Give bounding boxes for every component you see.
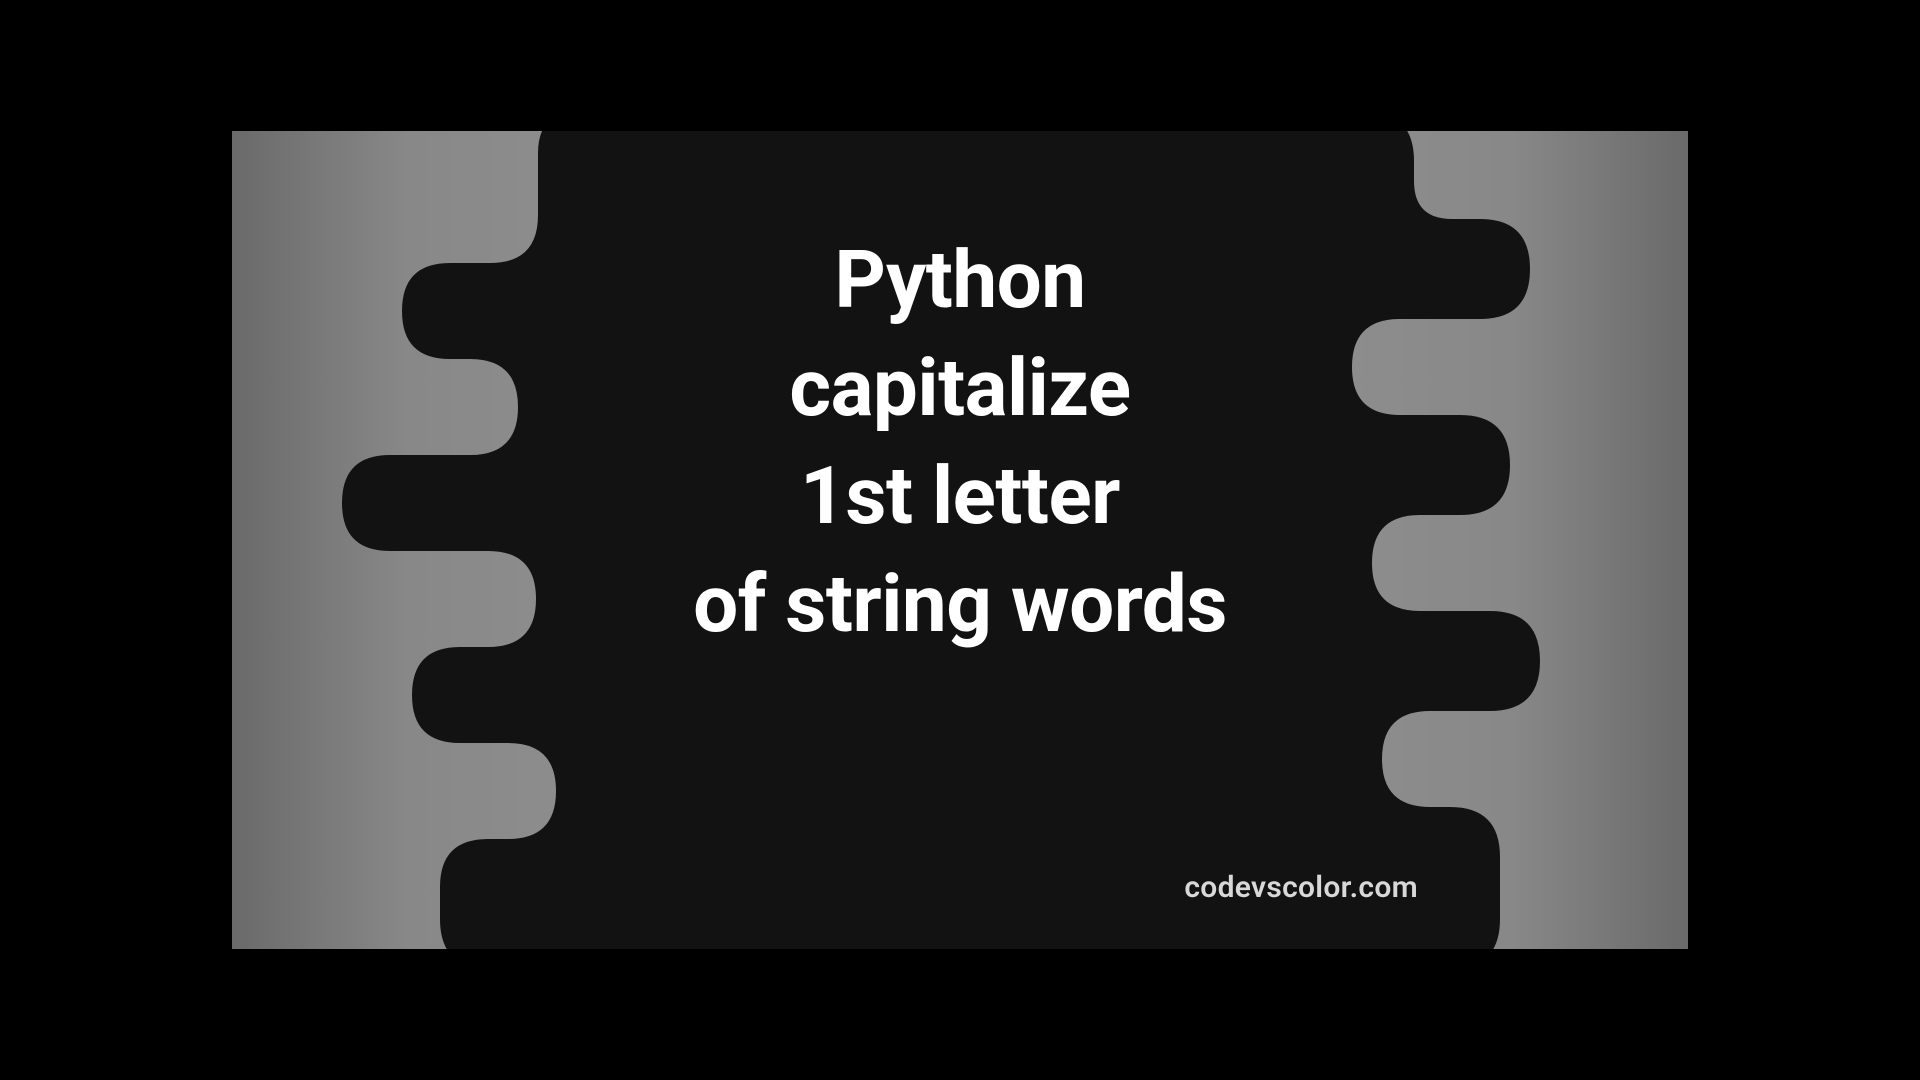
title-line-3: 1st letter (693, 442, 1227, 550)
hero-graphic: Python capitalize 1st letter of string w… (232, 131, 1688, 949)
title-line-4: of string words (693, 550, 1227, 658)
title-line-1: Python (693, 226, 1227, 334)
title-text: Python capitalize 1st letter of string w… (693, 226, 1227, 658)
watermark-text: codevscolor.com (1184, 870, 1418, 905)
title-line-2: capitalize (693, 334, 1227, 442)
